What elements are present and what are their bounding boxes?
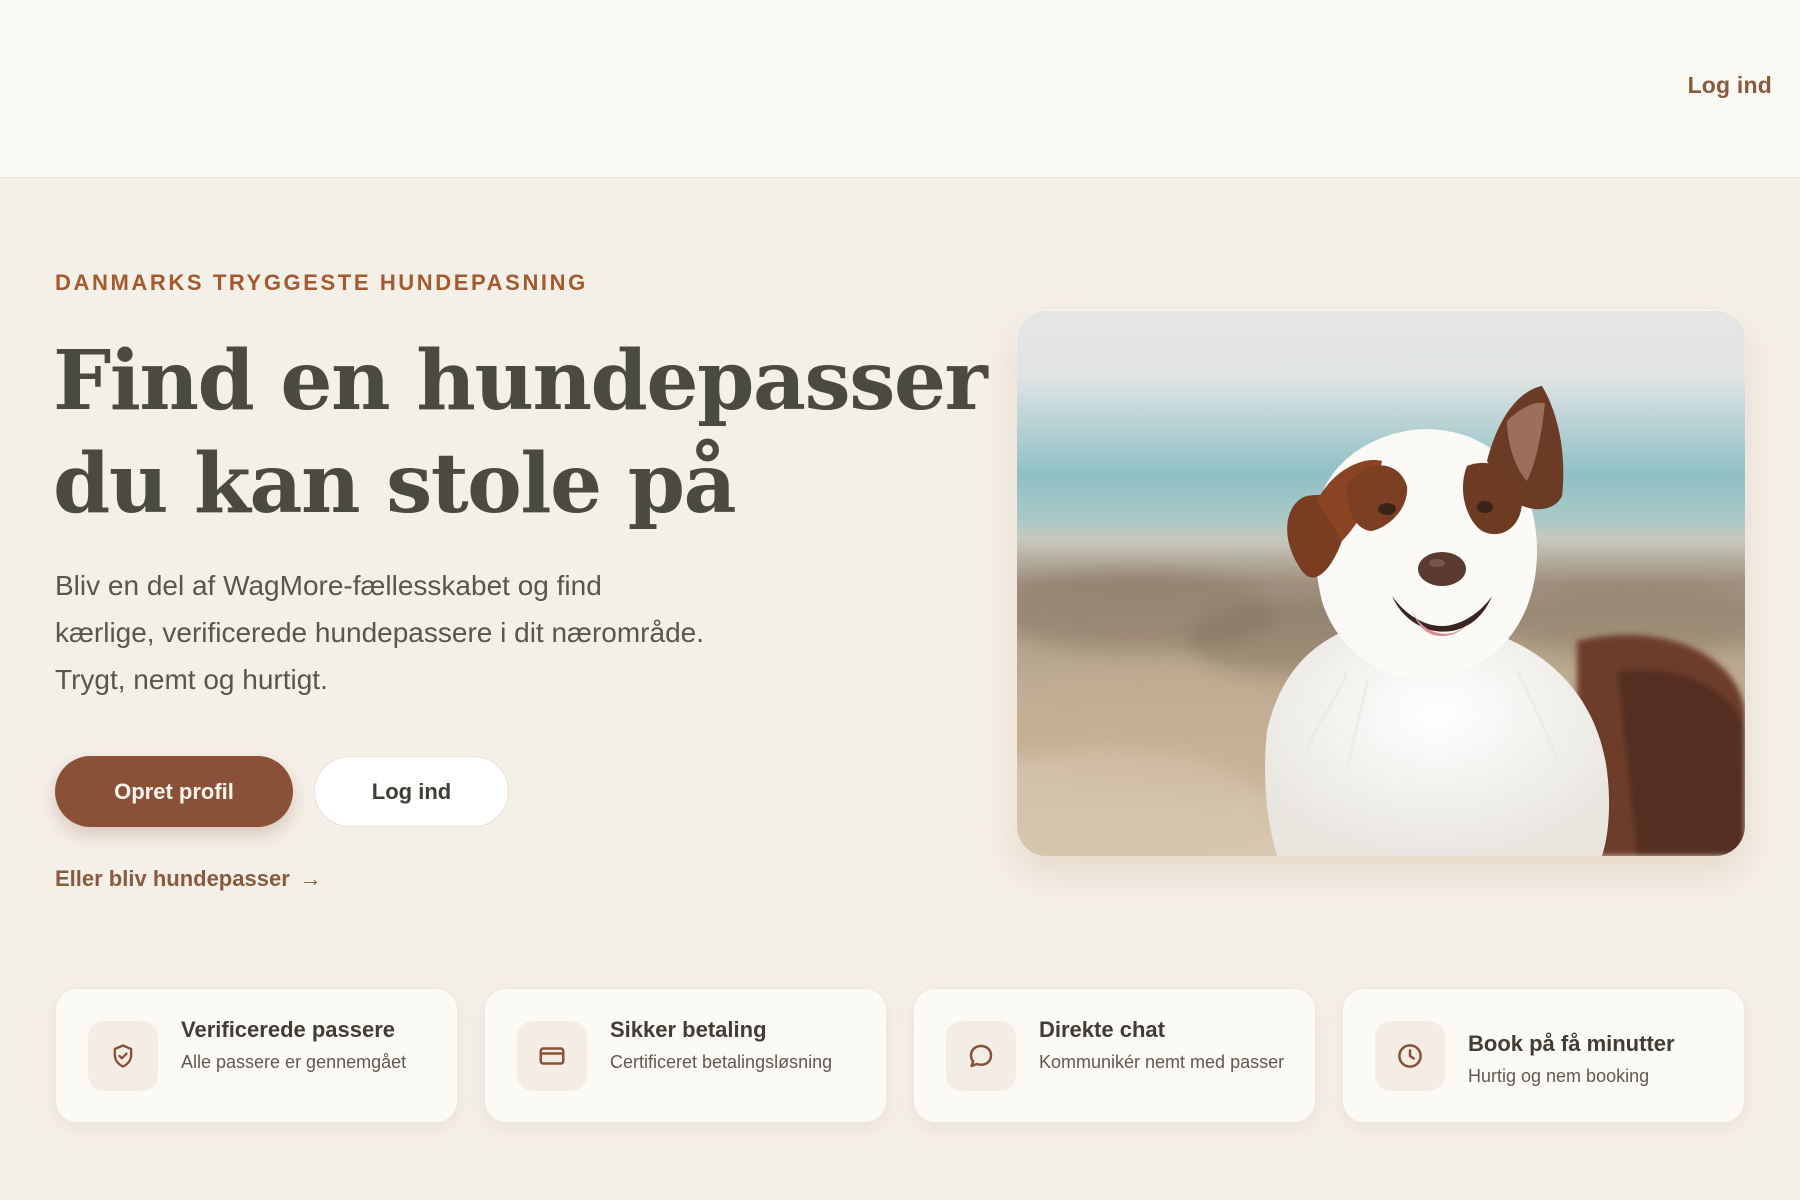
feature-description: Alle passere er gennemgået [181,1052,407,1072]
become-sitter-link[interactable]: Eller bliv hundepasser → [55,866,322,892]
hero-title-line: Find en hundepasser [53,333,988,429]
feature-card-payment: Sikker betaling Certificeret betalingslø… [484,988,887,1123]
feature-description: Hurtig og nem booking [1468,1066,1650,1086]
hero-subtitle: Bliv en del af WagMore-fællesskabet og f… [55,562,815,703]
login-button[interactable]: Log ind [314,756,509,827]
credit-card-icon [517,1021,587,1091]
header-login-link[interactable]: Log ind [1688,72,1772,99]
chat-bubble-icon [946,1021,1016,1091]
hero-dog-photo [1017,311,1745,856]
feature-title: Verificerede passere [181,1017,396,1042]
arrow-right-icon: → [299,866,322,891]
top-navigation-bar: Log ind [0,0,1800,178]
hero-subtitle-line: Bliv en del af WagMore-fællesskabet og f… [55,570,602,601]
hero-eyebrow: DANMARKS TRYGGESTE HUNDEPASNING [55,270,588,295]
feature-card-chat: Direkte chat Kommunikér nemt med passer [913,988,1316,1123]
hero-title-line: du kan stole på [53,436,737,532]
feature-description: Certificeret betalingsløsning [610,1052,833,1072]
hero-title: Find en hundepasser du kan stole på [53,330,988,536]
feature-title: Direkte chat [1039,1017,1165,1042]
dog-photo-illustration [1017,311,1745,856]
shield-check-icon [88,1021,158,1091]
clock-icon [1375,1021,1445,1091]
feature-card-booking: Book på få minutter Hurtig og nem bookin… [1342,988,1745,1123]
feature-title: Book på få minutter [1468,1031,1675,1056]
hero-subtitle-line: Trygt, nemt og hurtigt. [55,664,328,695]
feature-card-verified: Verificerede passere Alle passere er gen… [55,988,458,1123]
become-sitter-label: Eller bliv hundepasser [55,866,290,891]
create-profile-button[interactable]: Opret profil [55,756,293,827]
feature-title: Sikker betaling [610,1017,767,1042]
feature-cards: Verificerede passere Alle passere er gen… [55,988,1745,1123]
feature-description: Kommunikér nemt med passer [1039,1052,1285,1072]
hero-subtitle-line: kærlige, verificerede hundepassere i dit… [55,617,704,648]
